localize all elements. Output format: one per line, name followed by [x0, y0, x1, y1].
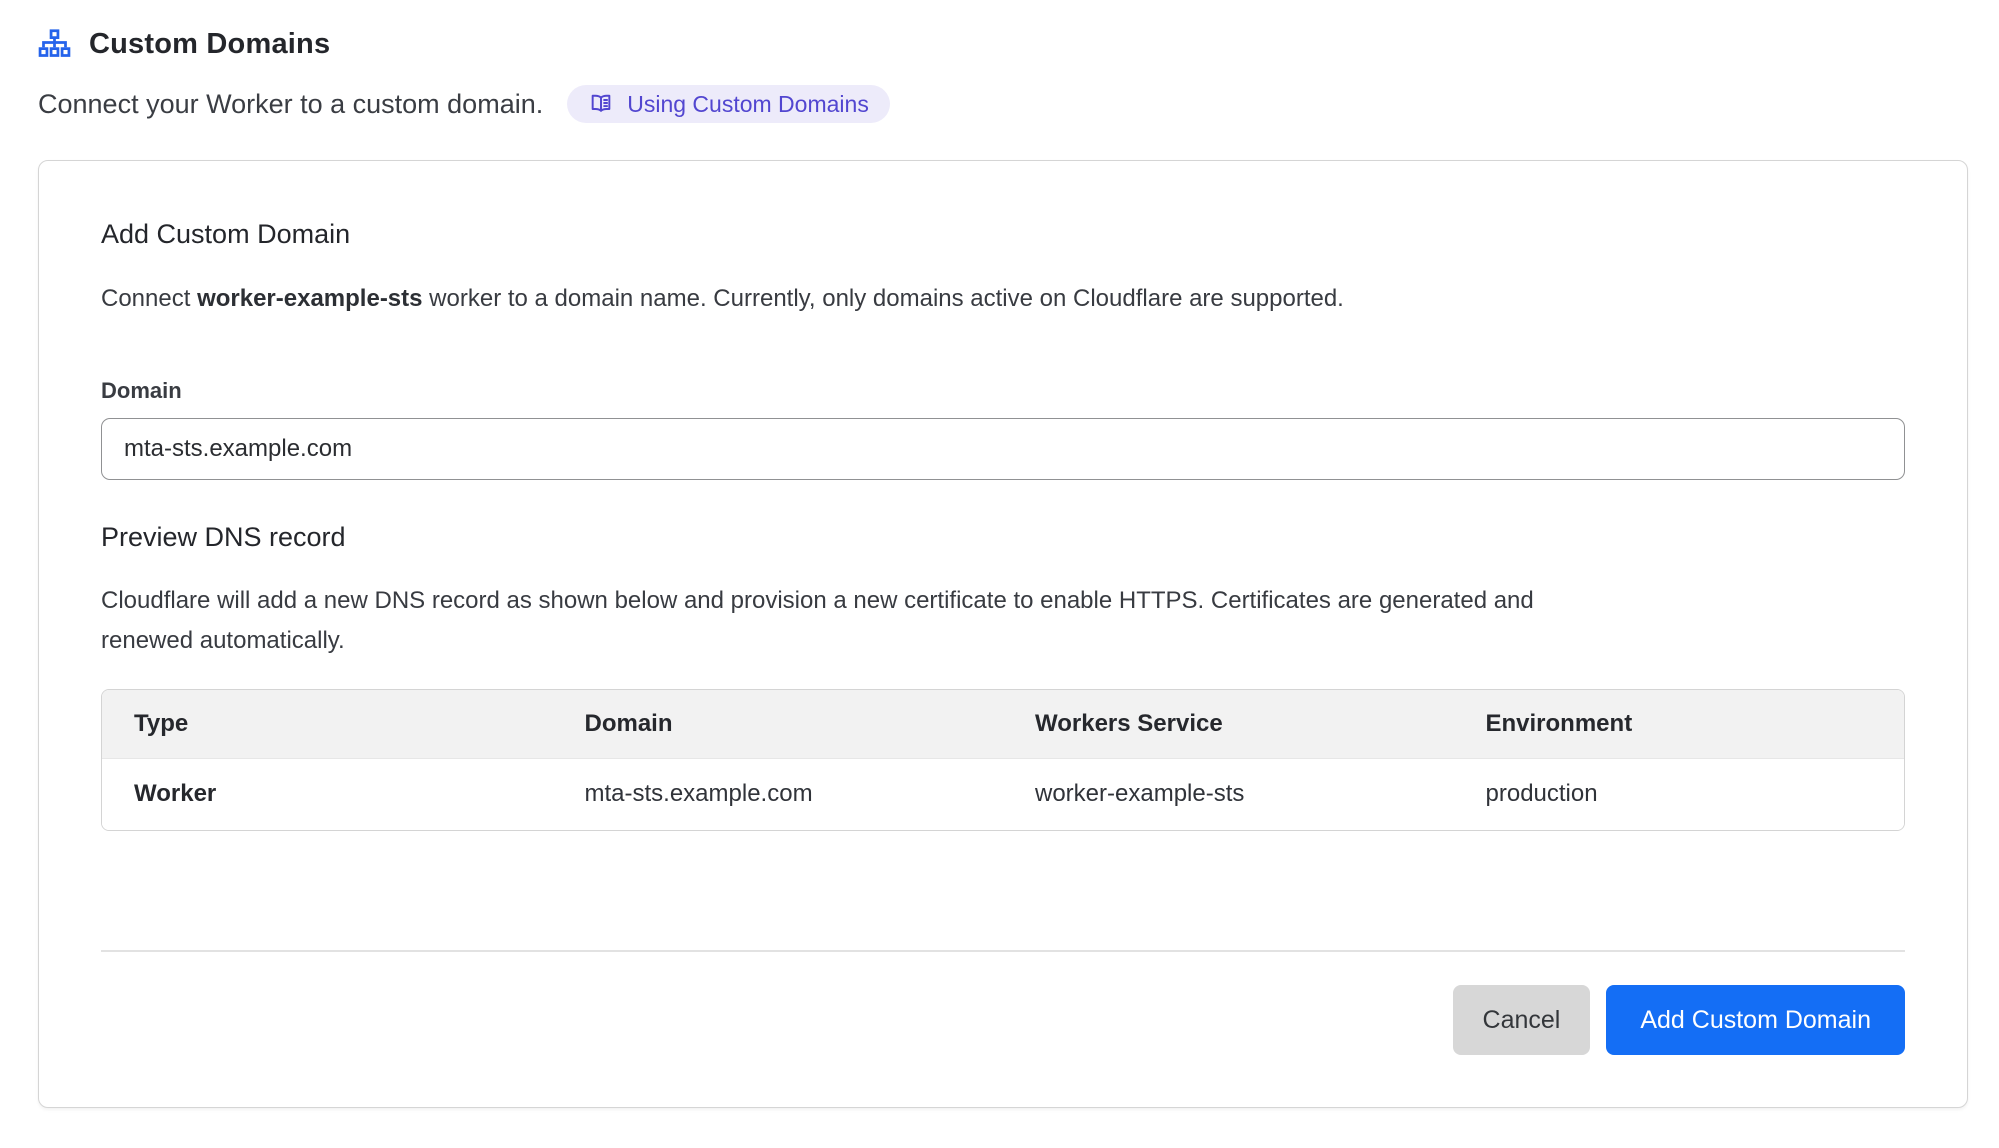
- table-header-row: Type Domain Workers Service Environment: [102, 690, 1904, 759]
- docs-link-badge[interactable]: Using Custom Domains: [567, 85, 890, 123]
- page: Custom Domains Connect your Worker to a …: [0, 0, 1999, 1108]
- card-description: Connect worker-example-sts worker to a d…: [101, 282, 1905, 316]
- footer-divider: [101, 950, 1905, 952]
- table-row: Worker mta-sts.example.com worker-exampl…: [102, 759, 1904, 831]
- add-custom-domain-card: Add Custom Domain Connect worker-example…: [38, 160, 1968, 1108]
- column-header-domain: Domain: [553, 690, 1004, 759]
- column-header-environment: Environment: [1454, 690, 1905, 759]
- cell-environment: production: [1454, 759, 1905, 831]
- column-header-type: Type: [102, 690, 553, 759]
- footer-actions: Cancel Add Custom Domain: [101, 985, 1905, 1055]
- worker-name: worker-example-sts: [197, 285, 422, 312]
- description-prefix: Connect: [101, 285, 197, 312]
- preview-dns-description: Cloudflare will add a new DNS record as …: [101, 581, 1581, 661]
- card-heading: Add Custom Domain: [101, 219, 1905, 250]
- cell-workers-service: worker-example-sts: [1003, 759, 1454, 831]
- description-suffix: worker to a domain name. Currently, only…: [423, 285, 1344, 312]
- page-title: Custom Domains: [89, 28, 330, 61]
- docs-badge-label: Using Custom Domains: [627, 91, 869, 118]
- domain-input[interactable]: [101, 418, 1905, 480]
- cell-type: Worker: [102, 759, 553, 831]
- page-header: Custom Domains: [38, 28, 1968, 61]
- add-custom-domain-button[interactable]: Add Custom Domain: [1606, 985, 1905, 1055]
- open-book-icon: [588, 91, 614, 117]
- cell-domain: mta-sts.example.com: [553, 759, 1004, 831]
- page-subtitle: Connect your Worker to a custom domain.: [38, 89, 543, 120]
- column-header-workers-service: Workers Service: [1003, 690, 1454, 759]
- subtitle-row: Connect your Worker to a custom domain. …: [38, 85, 1968, 123]
- preview-dns-heading: Preview DNS record: [101, 522, 1905, 553]
- dns-preview-table: Type Domain Workers Service Environment …: [101, 689, 1905, 831]
- cancel-button[interactable]: Cancel: [1453, 985, 1591, 1055]
- domain-field-label: Domain: [101, 378, 1905, 404]
- sitemap-icon: [38, 28, 71, 61]
